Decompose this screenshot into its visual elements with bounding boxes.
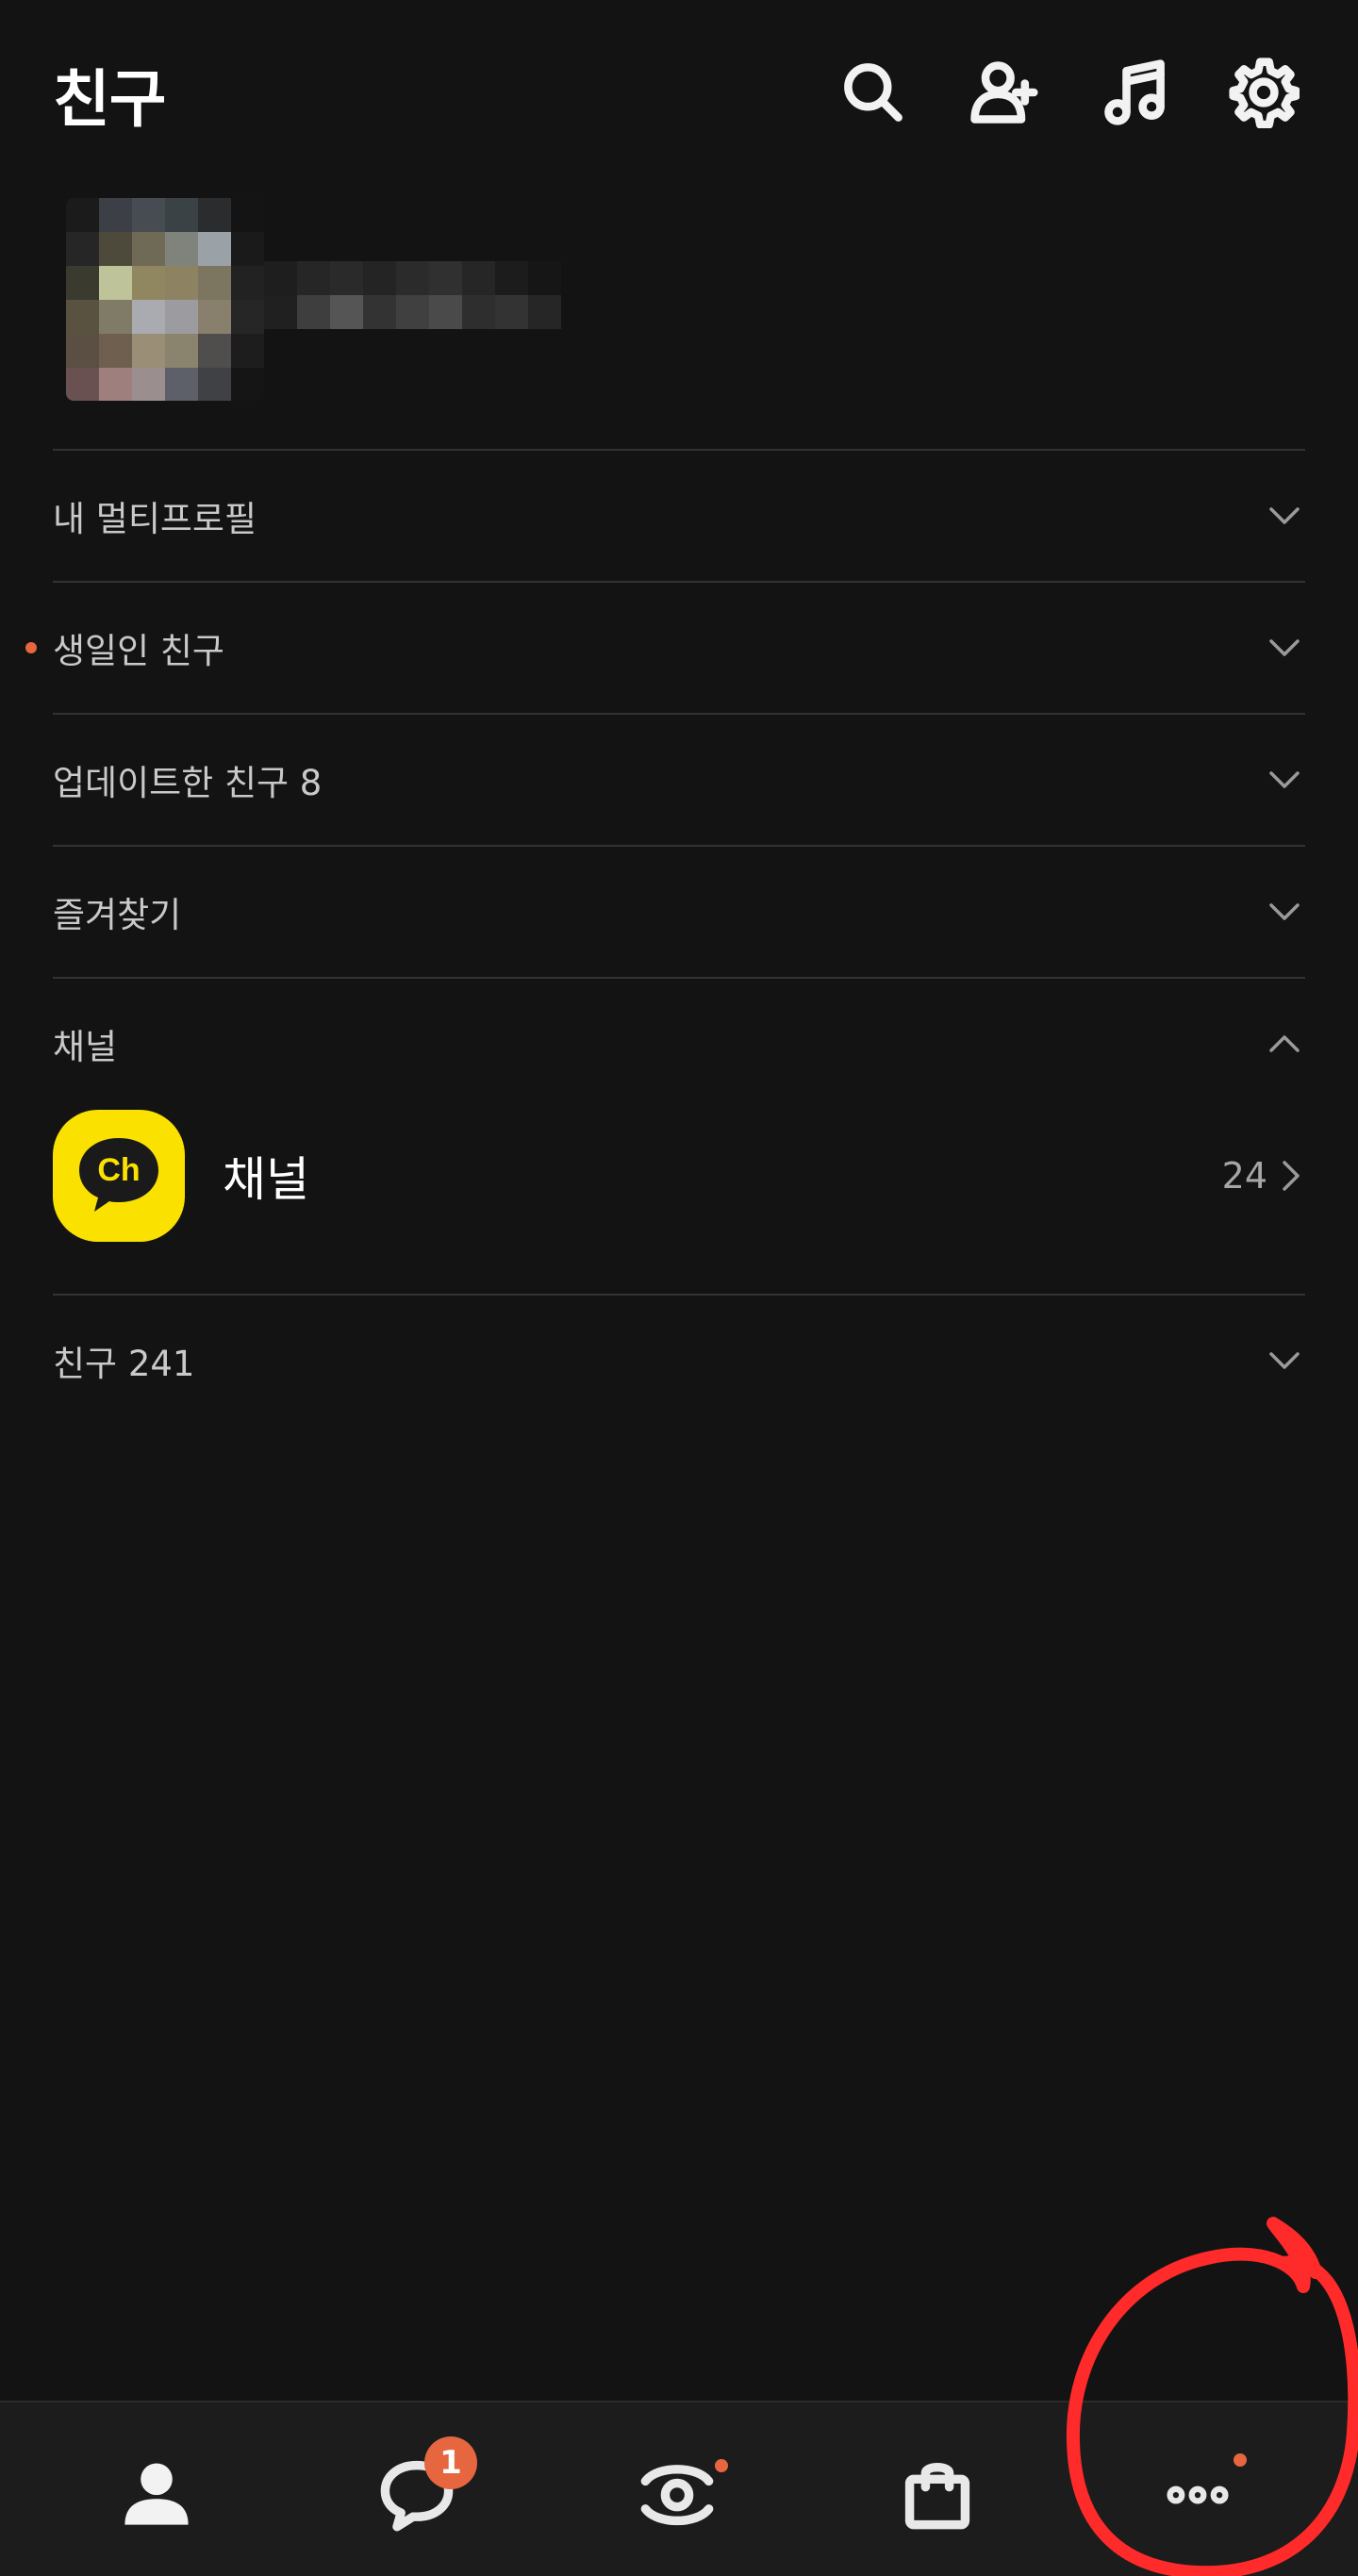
section-updated-friends[interactable]: 업데이트한 친구 8	[53, 715, 1305, 845]
shopping-bag-icon	[904, 2462, 970, 2530]
page-title: 친구	[53, 63, 166, 136]
person-icon	[124, 2463, 189, 2525]
settings-icon[interactable]	[1226, 55, 1301, 130]
section-label: 친구 241	[53, 1344, 195, 1384]
chevron-down-icon	[1264, 891, 1305, 933]
channel-logo-icon: Ch	[53, 1110, 185, 1242]
section-birthday-friends[interactable]: 생일인 친구	[25, 583, 1305, 713]
section-label: 내 멀티프로필	[53, 499, 257, 539]
section-label: 채널	[53, 1027, 118, 1067]
view-tab[interactable]	[632, 2448, 728, 2538]
more-tab[interactable]	[1152, 2448, 1247, 2538]
header: 친구	[0, 0, 1358, 189]
section-label: 생일인 친구	[53, 631, 224, 671]
shopping-tab[interactable]	[892, 2448, 983, 2538]
section-label: 즐겨찾기	[53, 895, 182, 935]
unread-badge: 1	[424, 2436, 477, 2489]
channel-name: 채널	[223, 1152, 309, 1207]
chevron-up-icon	[1264, 1023, 1305, 1065]
eye-icon	[640, 2465, 714, 2526]
new-indicator-dot	[715, 2459, 728, 2472]
my-profile[interactable]	[28, 193, 561, 448]
section-label: 업데이트한 친구 8	[53, 763, 323, 803]
search-icon[interactable]	[836, 55, 911, 130]
profile-name	[264, 261, 561, 329]
section-favorites[interactable]: 즐겨찾기	[53, 847, 1305, 977]
chevron-right-icon	[1277, 1155, 1305, 1197]
section-multi-profile[interactable]: 내 멀티프로필	[53, 451, 1305, 581]
music-icon[interactable]	[1098, 55, 1173, 130]
chevron-down-icon	[1264, 627, 1305, 669]
chevron-down-icon	[1264, 495, 1305, 537]
more-dots-icon	[1167, 2485, 1229, 2504]
channel-logo-text: Ch	[97, 1152, 140, 1188]
add-friend-icon[interactable]	[966, 55, 1041, 130]
chevron-down-icon	[1264, 759, 1305, 801]
chats-tab[interactable]: 1	[372, 2436, 477, 2538]
friends-tab[interactable]	[111, 2448, 202, 2538]
channel-count: 24	[1221, 1155, 1267, 1197]
new-indicator-dot	[1234, 2453, 1247, 2467]
channel-list-item[interactable]: Ch 채널 24	[53, 1105, 1305, 1247]
chevron-down-icon	[1264, 1340, 1305, 1381]
section-channels[interactable]: 채널	[53, 979, 1305, 1109]
new-indicator-dot	[25, 642, 37, 653]
bottom-tab-bar: 1	[0, 2401, 1358, 2576]
profile-avatar	[66, 198, 264, 401]
section-friends[interactable]: 친구 241	[53, 1296, 1305, 1426]
